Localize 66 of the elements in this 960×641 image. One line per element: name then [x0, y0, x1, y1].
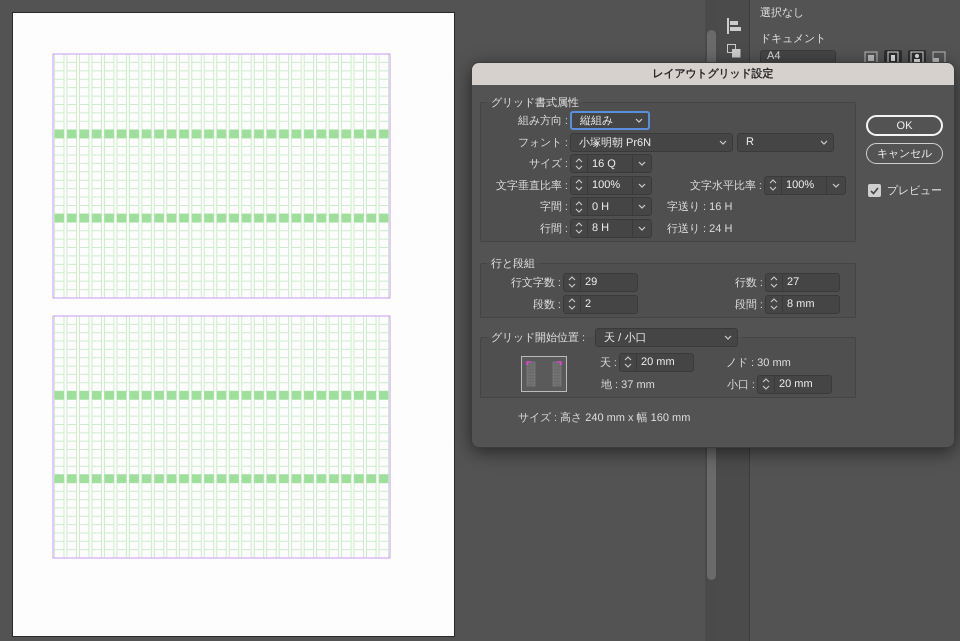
stepper-icon[interactable]: [568, 297, 576, 311]
combo-field[interactable]: 8 H: [570, 218, 652, 238]
dropdown[interactable]: 小塚明朝 Pr6N: [570, 132, 733, 152]
checkbox-label: プレビュー: [887, 184, 942, 198]
preview-checkbox[interactable]: [868, 184, 881, 197]
field-label: 文字垂直比率 :: [494, 178, 569, 193]
align-icon[interactable]: [726, 18, 740, 34]
caret-icon[interactable]: [724, 335, 732, 340]
field-label: 字間 :: [538, 200, 569, 214]
field-label: 天 :: [598, 356, 618, 370]
readout-text: 地 : 37 mm: [600, 378, 656, 392]
field-label: 段数 :: [532, 298, 562, 312]
field-label: フォント :: [516, 136, 569, 150]
group-title: 行と段組: [490, 257, 536, 271]
caret-icon[interactable]: [638, 204, 646, 210]
dialog-title: レイアウトグリッド設定: [472, 63, 954, 85]
number-field[interactable]: 20 mm: [619, 352, 694, 372]
field-label: 行文字数 :: [510, 276, 562, 290]
ok-button[interactable]: OK: [866, 115, 943, 136]
stepper-icon[interactable]: [770, 297, 778, 311]
readout-text: ノド : 30 mm: [726, 356, 791, 370]
page-layout-icon: [521, 356, 567, 392]
readout-text: 行送り : 24 H: [667, 222, 732, 236]
pathfinder-icon[interactable]: [726, 44, 740, 58]
caret-icon[interactable]: [635, 118, 643, 124]
stepper-icon[interactable]: [575, 221, 583, 236]
combo-field[interactable]: 100%: [570, 176, 652, 195]
caret-icon[interactable]: [638, 161, 646, 166]
field-label: 組み方向 :: [516, 114, 569, 128]
field-label: 行数 :: [734, 276, 764, 290]
combo-field[interactable]: 0 H: [570, 197, 652, 216]
readout-text: 字送り : 16 H: [667, 200, 732, 214]
number-field[interactable]: 20 mm: [757, 374, 832, 394]
field-label: 段間 :: [734, 298, 764, 312]
size-summary: サイズ : 高さ 240 mm x 幅 160 mm: [518, 410, 692, 425]
field-label: 文字水平比率 :: [688, 178, 763, 193]
caret-icon[interactable]: [820, 140, 828, 145]
combo-field[interactable]: 100%: [764, 176, 846, 195]
dropdown[interactable]: 縦組み: [570, 111, 650, 130]
field-label: 小口 :: [726, 378, 756, 392]
stepper-icon[interactable]: [762, 377, 770, 391]
field-label: サイズ :: [528, 157, 569, 172]
dropdown[interactable]: 天 / 小口: [595, 328, 738, 347]
stepper-icon[interactable]: [575, 156, 583, 171]
stepper-icon[interactable]: [568, 275, 576, 289]
stepper-icon[interactable]: [769, 178, 777, 192]
group-title: グリッド書式属性: [490, 96, 580, 110]
combo-field[interactable]: 16 Q: [570, 154, 652, 174]
number-field[interactable]: 2: [563, 294, 638, 314]
stepper-icon[interactable]: [624, 355, 632, 369]
caret-icon[interactable]: [832, 182, 840, 188]
number-field[interactable]: 8 mm: [765, 294, 840, 314]
selection-status: 選択なし: [760, 6, 805, 21]
stepper-icon[interactable]: [575, 178, 583, 192]
stepper-icon[interactable]: [575, 200, 583, 214]
field-label: 行間 :: [538, 222, 569, 236]
dropdown[interactable]: R: [737, 132, 834, 152]
cancel-button[interactable]: キャンセル: [866, 143, 943, 164]
stepper-icon[interactable]: [770, 275, 778, 289]
caret-icon[interactable]: [719, 140, 727, 145]
number-field[interactable]: 27: [765, 272, 840, 292]
section-title: ドキュメント: [760, 32, 827, 47]
caret-icon[interactable]: [638, 182, 646, 188]
caret-icon[interactable]: [638, 226, 646, 231]
group-title: グリッド開始位置 :: [491, 331, 586, 345]
number-field[interactable]: 29: [563, 272, 638, 292]
